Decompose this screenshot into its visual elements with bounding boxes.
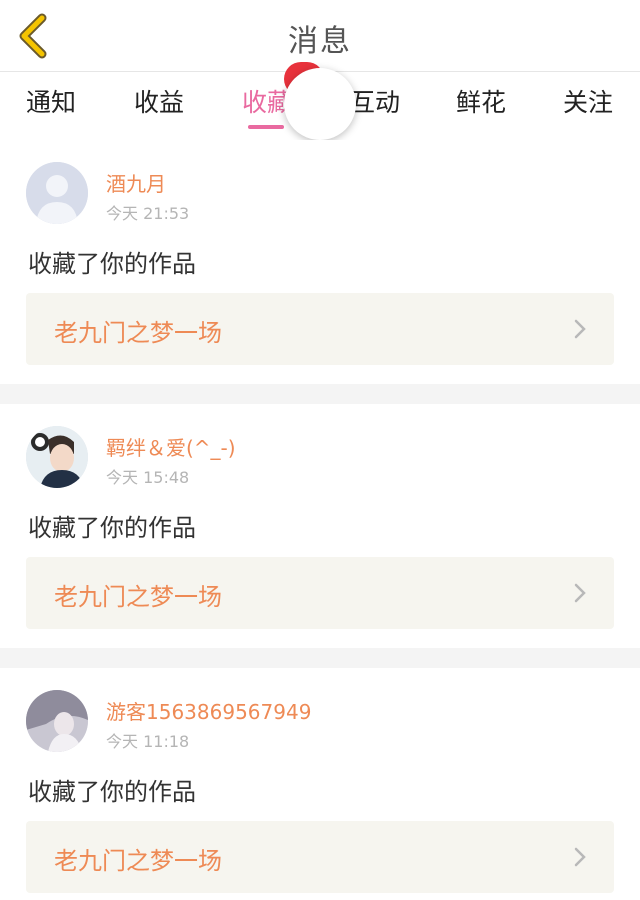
page-title: 消息 bbox=[288, 24, 352, 59]
user-name[interactable]: 羁绊＆爱(^_-) bbox=[106, 432, 236, 461]
tab-flowers[interactable]: 鲜花 bbox=[456, 83, 506, 119]
divider bbox=[0, 384, 640, 404]
work-title: 老九门之梦一场 bbox=[54, 847, 222, 875]
top-bar: 消息 bbox=[0, 0, 640, 72]
divider bbox=[0, 648, 640, 668]
work-link[interactable]: 老九门之梦一场 bbox=[26, 557, 614, 629]
tab-interact[interactable]: 互动 bbox=[350, 83, 400, 119]
timestamp: 今天 15:48 bbox=[106, 468, 190, 487]
work-link[interactable]: 老九门之梦一场 bbox=[26, 293, 614, 365]
message-list: 酒九月 今天 21:53 收藏了你的作品 老九门之梦一场 羁绊＆爱(^_-) 今… bbox=[0, 140, 640, 900]
tab-income[interactable]: 收益 bbox=[134, 83, 184, 119]
action-text: 收藏了你的作品 bbox=[28, 778, 196, 806]
list-item: 游客1563869567949 今天 11:18 收藏了你的作品 老九门之梦一场 bbox=[0, 668, 640, 900]
list-item: 羁绊＆爱(^_-) 今天 15:48 收藏了你的作品 老九门之梦一场 bbox=[0, 404, 640, 648]
chevron-right-icon bbox=[574, 847, 586, 867]
action-text: 收藏了你的作品 bbox=[28, 514, 196, 542]
user-photo-avatar[interactable] bbox=[26, 690, 88, 752]
user-photo-avatar[interactable] bbox=[26, 426, 88, 488]
tab-follow[interactable]: 关注 bbox=[563, 83, 613, 119]
action-text: 收藏了你的作品 bbox=[28, 250, 196, 278]
tab-notice[interactable]: 通知 bbox=[26, 83, 76, 119]
chevron-right-icon bbox=[574, 319, 586, 339]
list-item: 酒九月 今天 21:53 收藏了你的作品 老九门之梦一场 bbox=[0, 140, 640, 384]
work-link[interactable]: 老九门之梦一场 bbox=[26, 821, 614, 893]
chevron-right-icon bbox=[574, 583, 586, 603]
timestamp: 今天 21:53 bbox=[106, 204, 190, 223]
user-name[interactable]: 游客1563869567949 bbox=[106, 696, 311, 725]
work-title: 老九门之梦一场 bbox=[54, 319, 222, 347]
timestamp: 今天 11:18 bbox=[106, 732, 190, 751]
default-avatar-icon[interactable] bbox=[26, 162, 88, 224]
active-tab-indicator bbox=[248, 125, 284, 129]
user-name[interactable]: 酒九月 bbox=[106, 168, 166, 197]
work-title: 老九门之梦一场 bbox=[54, 583, 222, 611]
floating-assistive-button[interactable] bbox=[284, 68, 356, 140]
